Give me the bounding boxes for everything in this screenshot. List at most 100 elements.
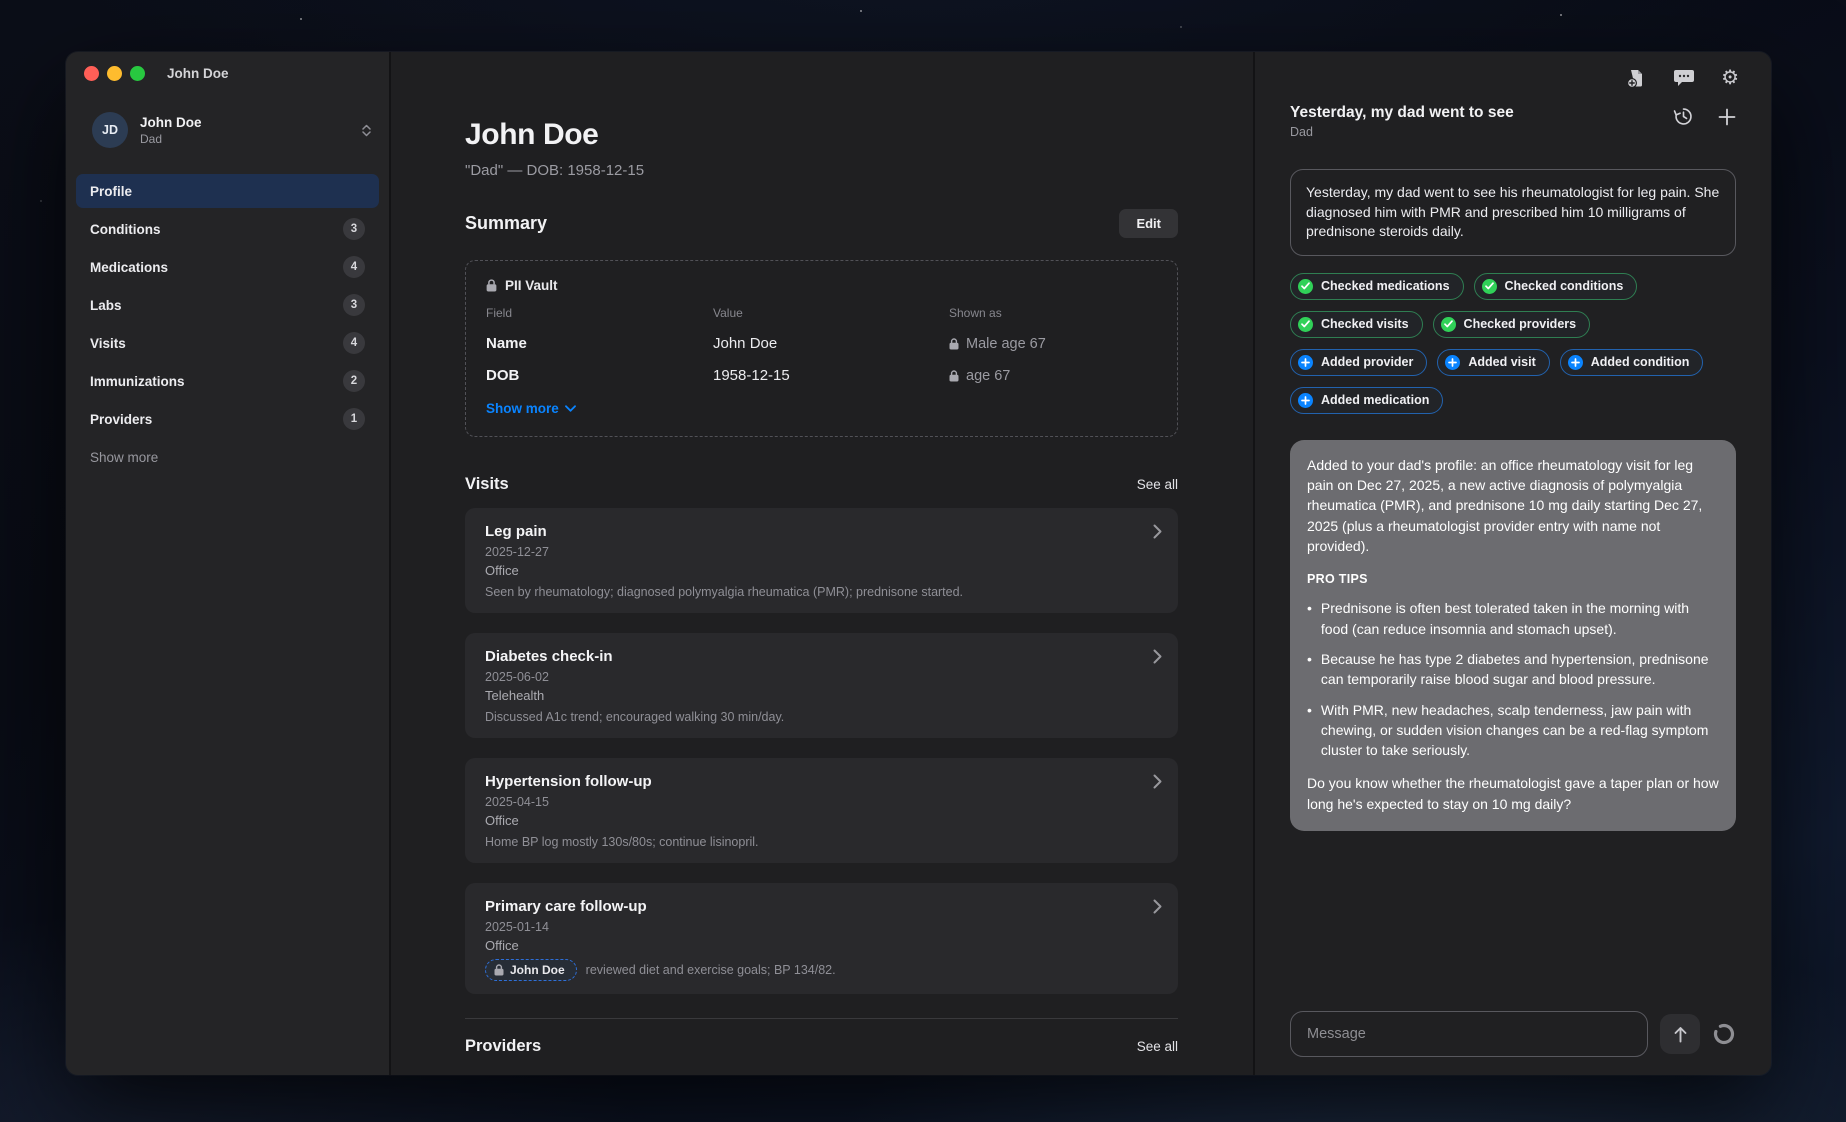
chevron-right-icon — [1153, 649, 1162, 664]
visit-card[interactable]: Diabetes check-in 2025-06-02 Telehealth … — [465, 633, 1178, 738]
pii-table-row: Name John Doe Male age 67 — [486, 335, 1157, 352]
visit-card[interactable]: Hypertension follow-up 2025-04-15 Office… — [465, 758, 1178, 863]
section-divider — [465, 1018, 1178, 1019]
composer — [1255, 1011, 1771, 1075]
check-circle-icon — [1482, 279, 1497, 294]
sidebar-item[interactable]: Visits 4 — [76, 326, 379, 360]
pii-table-row: DOB 1958-12-15 age 67 — [486, 367, 1157, 384]
action-chip[interactable]: Added medication — [1290, 387, 1443, 414]
action-chip-label: Added provider — [1321, 355, 1413, 369]
action-chip[interactable]: Checked providers — [1433, 311, 1591, 338]
lock-icon — [949, 370, 959, 382]
titlebar: John Doe — [66, 52, 389, 94]
edit-button[interactable]: Edit — [1119, 209, 1178, 238]
window-title: John Doe — [167, 66, 229, 81]
profile-name: John Doe — [140, 115, 346, 130]
minimize-button[interactable] — [107, 66, 122, 81]
action-chip[interactable]: Added provider — [1290, 349, 1427, 376]
pii-redaction-chip[interactable]: John Doe — [485, 959, 577, 981]
sidebar-item[interactable]: Conditions 3 — [76, 212, 379, 246]
sidebar-item-label: Medications — [90, 260, 168, 275]
pro-tip-item: • Prednisone is often best tolerated tak… — [1307, 598, 1719, 639]
check-circle-icon — [1441, 317, 1456, 332]
action-chip-label: Checked conditions — [1505, 279, 1624, 293]
plus-circle-icon — [1445, 355, 1460, 370]
visit-card[interactable]: Primary care follow-up 2025-01-14 Office… — [465, 883, 1178, 994]
activity-ring-icon — [1712, 1022, 1736, 1046]
visit-date: 2025-12-27 — [485, 545, 1158, 559]
sidebar-item-label: Labs — [90, 298, 122, 313]
send-button[interactable] — [1660, 1014, 1700, 1054]
close-button[interactable] — [84, 66, 99, 81]
count-badge: 4 — [343, 256, 365, 278]
settings-gear-icon[interactable]: ⚙ — [1721, 68, 1739, 88]
pii-vault-title: PII Vault — [505, 278, 558, 293]
pro-tips-heading: PRO TIPS — [1307, 570, 1719, 588]
pii-table-rows: Name John Doe Male age 67 DOB 1958-12-15 — [486, 335, 1157, 384]
chat-messages: Yesterday, my dad went to see his rheuma… — [1255, 139, 1771, 1011]
pro-tip-item: • With PMR, new headaches, scalp tendern… — [1307, 700, 1719, 761]
action-chip[interactable]: Added condition — [1560, 349, 1704, 376]
pro-tip-item: • Because he has type 2 diabetes and hyp… — [1307, 649, 1719, 690]
chat-bubble-icon[interactable] — [1673, 68, 1695, 88]
sidebar-item-label: Providers — [90, 412, 152, 427]
sidebar-item[interactable]: Medications 4 — [76, 250, 379, 284]
pii-field: DOB — [486, 367, 713, 384]
page-subtitle: "Dad" — DOB: 1958-12-15 — [465, 162, 1178, 179]
history-icon[interactable] — [1673, 106, 1694, 127]
pii-field: Name — [486, 335, 713, 352]
action-chip[interactable]: Checked conditions — [1474, 273, 1638, 300]
main-content: John Doe "Dad" — DOB: 1958-12-15 Summary… — [391, 52, 1255, 1075]
sidebar-item-label: Show more — [90, 450, 158, 465]
visit-type: Office — [485, 563, 1158, 578]
pii-shown-as: age 67 — [949, 368, 1157, 384]
check-circle-icon — [1298, 279, 1313, 294]
chat-header: Yesterday, my dad went to see Dad — [1255, 104, 1771, 139]
visit-note: Seen by rheumatology; diagnosed polymyal… — [485, 584, 1158, 600]
pii-value: John Doe — [713, 335, 949, 352]
count-badge: 3 — [343, 218, 365, 240]
action-chip-label: Checked visits — [1321, 317, 1409, 331]
pii-col-value: Value — [713, 306, 949, 320]
action-chip[interactable]: Checked medications — [1290, 273, 1464, 300]
message-input[interactable] — [1290, 1011, 1648, 1057]
lock-icon — [949, 338, 959, 350]
action-chip[interactable]: Added visit — [1437, 349, 1549, 376]
page-title: John Doe — [465, 118, 1178, 152]
new-chat-plus-icon[interactable] — [1718, 108, 1736, 126]
action-chip-label: Added condition — [1591, 355, 1690, 369]
visit-card[interactable]: Leg pain 2025-12-27 Office Seen by rheum… — [465, 508, 1178, 613]
zoom-button[interactable] — [130, 66, 145, 81]
sidebar-item-label: Immunizations — [90, 374, 185, 389]
action-chip[interactable]: Checked visits — [1290, 311, 1423, 338]
visit-type: Office — [485, 813, 1158, 828]
sidebar-nav: Profile Conditions 3 Medications 4 Labs … — [76, 174, 379, 478]
bullet-icon: • — [1307, 700, 1312, 761]
visit-date: 2025-04-15 — [485, 795, 1158, 809]
pii-show-more-link[interactable]: Show more — [486, 401, 576, 416]
pii-col-field: Field — [486, 306, 713, 320]
action-chips: Checked medications Checked conditions — [1290, 273, 1736, 414]
chevron-updown-icon[interactable] — [358, 120, 375, 141]
providers-see-all-link[interactable]: See all — [1137, 1039, 1178, 1054]
sidebar-item[interactable]: Immunizations 2 — [76, 364, 379, 398]
visits-list: Leg pain 2025-12-27 Office Seen by rheum… — [465, 508, 1178, 994]
visits-see-all-link[interactable]: See all — [1137, 477, 1178, 492]
profile-switcher[interactable]: JD John Doe Dad — [66, 94, 389, 148]
sidebar-item[interactable]: Profile — [76, 174, 379, 208]
count-badge: 1 — [343, 408, 365, 430]
visit-type: Telehealth — [485, 688, 1158, 703]
sidebar-item[interactable]: Labs 3 — [76, 288, 379, 322]
sidebar-item[interactable]: Providers 1 — [76, 402, 379, 436]
visit-title: Leg pain — [485, 523, 1158, 540]
plus-circle-icon — [1568, 355, 1583, 370]
chat-subtitle: Dad — [1290, 125, 1673, 139]
chat-panel: ⚙ Yesterday, my dad went to see Dad Yest… — [1255, 52, 1771, 1075]
new-report-button[interactable] — [1626, 68, 1647, 89]
lock-icon — [494, 964, 504, 976]
sidebar-item[interactable]: Show more — [76, 440, 379, 474]
visit-title: Hypertension follow-up — [485, 773, 1158, 790]
action-chip-label: Checked medications — [1321, 279, 1450, 293]
chat-title: Yesterday, my dad went to see — [1290, 104, 1673, 122]
pro-tips-list: • Prednisone is often best tolerated tak… — [1307, 598, 1719, 760]
